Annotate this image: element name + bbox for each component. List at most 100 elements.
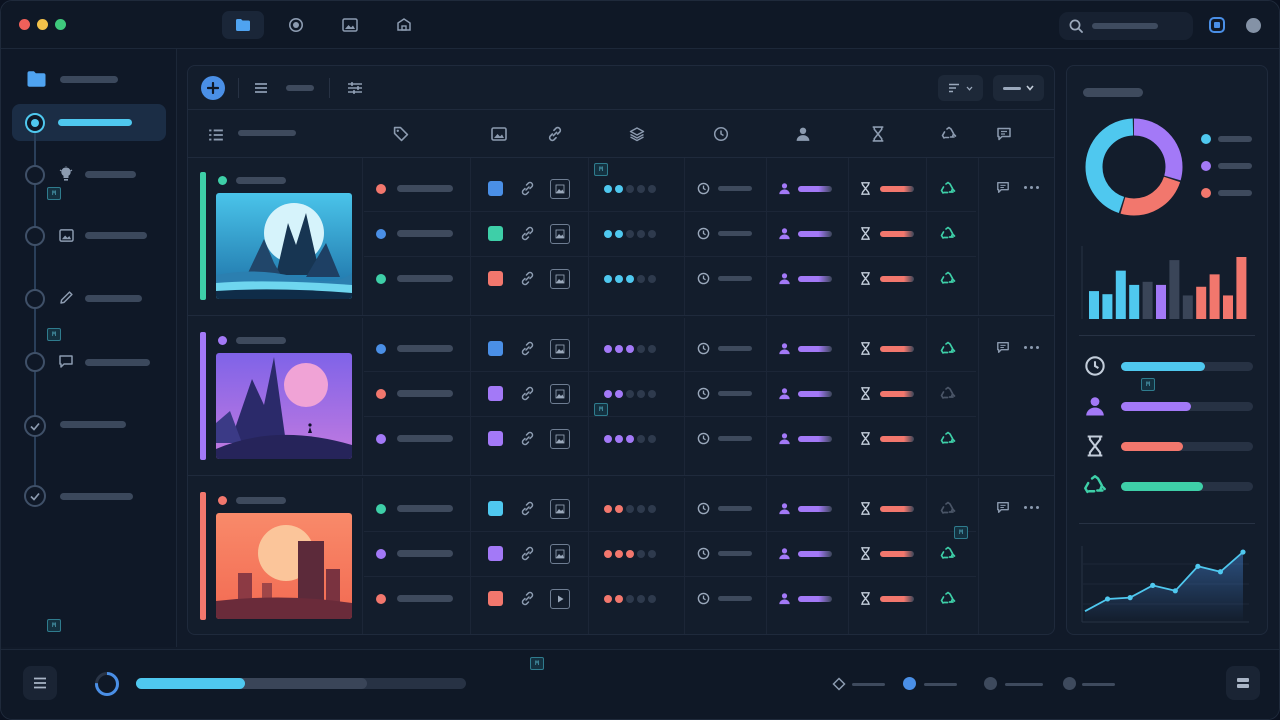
color-swatch[interactable] (488, 501, 503, 516)
color-swatch[interactable] (488, 546, 503, 561)
rating[interactable] (604, 229, 656, 238)
table-row[interactable] (364, 371, 976, 416)
minimize-window-button[interactable] (37, 19, 48, 30)
table-row[interactable] (364, 166, 976, 211)
add-button[interactable] (201, 76, 225, 100)
tab-package[interactable] (383, 11, 425, 39)
clock-icon[interactable] (713, 126, 729, 142)
step-node-active[interactable] (903, 677, 916, 690)
rating[interactable] (604, 434, 656, 443)
link-icon[interactable] (520, 341, 535, 356)
sidebar-item-done-2[interactable] (24, 485, 46, 507)
image-icon[interactable] (491, 126, 507, 142)
color-swatch[interactable] (488, 591, 503, 606)
chat-badge-button[interactable] (1209, 17, 1225, 33)
link-icon[interactable] (547, 126, 563, 142)
view-dropdown[interactable] (993, 75, 1044, 101)
color-swatch[interactable] (488, 181, 503, 196)
media-preview-button[interactable] (550, 338, 570, 359)
progress-bar[interactable] (136, 678, 466, 689)
recycle-icon[interactable] (940, 226, 956, 242)
tab-image[interactable] (329, 11, 371, 39)
color-swatch[interactable] (488, 431, 503, 446)
color-swatch[interactable] (488, 271, 503, 286)
group-thumbnail[interactable] (216, 193, 352, 299)
link-icon[interactable] (520, 181, 535, 196)
menu-button[interactable] (23, 666, 57, 700)
media-preview-button[interactable] (550, 428, 570, 449)
avatar[interactable] (1246, 18, 1261, 33)
table-row[interactable] (364, 531, 976, 576)
hourglass-icon[interactable] (870, 126, 886, 142)
more-options-button[interactable] (1024, 186, 1039, 189)
panel-toggle-button[interactable] (1226, 666, 1260, 700)
tag-icon[interactable] (393, 126, 409, 142)
list-icon[interactable] (254, 82, 268, 94)
rating[interactable] (604, 504, 656, 513)
table-row[interactable] (364, 576, 976, 621)
rating[interactable] (604, 184, 656, 193)
media-preview-button[interactable] (550, 498, 570, 519)
sidebar-item-ideas[interactable] (25, 165, 45, 185)
step-node[interactable] (1063, 677, 1076, 690)
more-options-button[interactable] (1024, 346, 1039, 349)
recycle-icon[interactable] (940, 431, 956, 447)
comment-icon[interactable] (996, 181, 1010, 194)
filter-sliders-icon[interactable] (347, 81, 363, 95)
recycle-icon[interactable] (940, 501, 956, 517)
sidebar-item-target[interactable] (25, 113, 45, 133)
media-preview-button[interactable] (550, 268, 570, 289)
link-icon[interactable] (520, 226, 535, 241)
recycle-icon[interactable] (940, 181, 956, 197)
sort-dropdown[interactable] (938, 75, 983, 101)
step-node[interactable] (984, 677, 997, 690)
comment-icon[interactable] (996, 341, 1010, 354)
link-icon[interactable] (520, 591, 535, 606)
link-icon[interactable] (520, 431, 535, 446)
table-row[interactable] (364, 486, 976, 531)
link-icon[interactable] (520, 386, 535, 401)
recycle-icon[interactable] (941, 126, 957, 142)
color-swatch[interactable] (488, 226, 503, 241)
rating[interactable] (604, 389, 656, 398)
sidebar-item-images[interactable] (25, 226, 45, 246)
close-window-button[interactable] (19, 19, 30, 30)
list-icon[interactable] (208, 127, 224, 143)
user-icon[interactable] (795, 126, 811, 142)
tab-folder[interactable] (222, 11, 264, 39)
tab-record[interactable] (275, 11, 317, 39)
group-thumbnail[interactable] (216, 353, 352, 459)
table-row[interactable] (364, 326, 976, 371)
search-input[interactable] (1059, 12, 1193, 40)
rating[interactable] (604, 274, 656, 283)
link-icon[interactable] (520, 501, 535, 516)
comment-icon[interactable] (996, 126, 1012, 142)
color-swatch[interactable] (488, 386, 503, 401)
recycle-icon[interactable] (940, 341, 956, 357)
media-preview-button[interactable] (550, 178, 570, 199)
layers-icon[interactable] (629, 126, 645, 142)
sidebar-item-done-1[interactable] (24, 415, 46, 437)
rating[interactable] (604, 594, 656, 603)
media-preview-button[interactable] (550, 223, 570, 244)
table-row[interactable] (364, 256, 976, 301)
recycle-icon[interactable] (940, 591, 956, 607)
rating[interactable] (604, 344, 656, 353)
recycle-icon[interactable] (940, 271, 956, 287)
media-preview-button[interactable] (550, 383, 570, 404)
recycle-icon[interactable] (940, 386, 956, 402)
media-preview-button[interactable] (550, 588, 570, 609)
group-thumbnail[interactable] (216, 513, 352, 619)
link-icon[interactable] (520, 546, 535, 561)
diamond-icon[interactable] (832, 677, 846, 691)
more-options-button[interactable] (1024, 506, 1039, 509)
sidebar-item-edit[interactable] (25, 289, 45, 309)
comment-icon[interactable] (996, 501, 1010, 514)
link-icon[interactable] (520, 271, 535, 286)
maximize-window-button[interactable] (55, 19, 66, 30)
rating[interactable] (604, 549, 656, 558)
color-swatch[interactable] (488, 341, 503, 356)
media-preview-button[interactable] (550, 543, 570, 564)
recycle-icon[interactable] (940, 546, 956, 562)
table-row[interactable] (364, 416, 976, 461)
